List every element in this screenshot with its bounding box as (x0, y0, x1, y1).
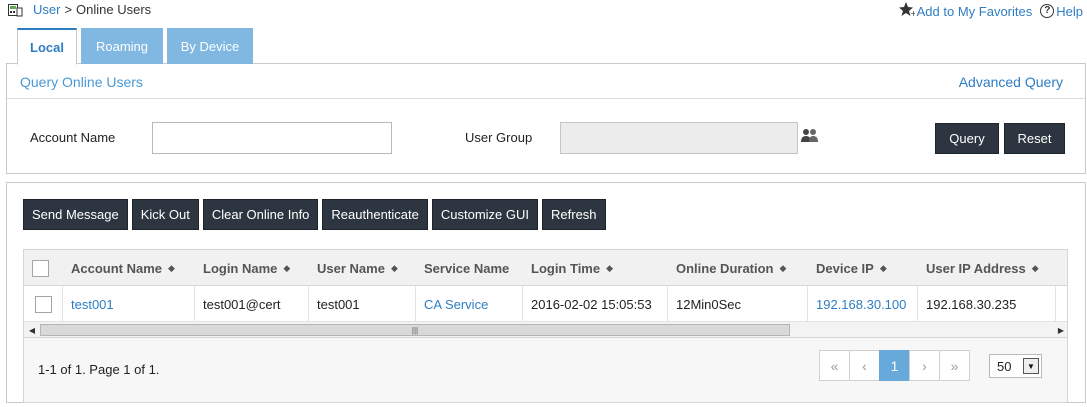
pagination-bar: 1-1 of 1. Page 1 of 1. « ‹ 1 › » 50 ▼ (24, 338, 1067, 402)
home-icon (8, 3, 23, 17)
sort-icon: ◆ (168, 262, 175, 273)
sort-icon: ◆ (779, 262, 787, 273)
dropdown-arrow-icon[interactable]: ▼ (1023, 358, 1039, 374)
page-1-button[interactable]: 1 (879, 350, 910, 381)
cell-login-name: test001@cert (195, 286, 309, 322)
sort-icon: ◆ (606, 262, 613, 273)
add-favorites-label: Add to My Favorites (916, 3, 1033, 19)
col-user-ip-address[interactable]: User IP Address ◆ (926, 250, 1066, 286)
kick-out-button[interactable]: Kick Out (131, 199, 199, 230)
tab-by-device-label: By Device (180, 38, 240, 54)
sort-icon: ◆ (390, 262, 398, 273)
clear-online-info-button[interactable]: Clear Online Info (202, 199, 319, 230)
query-button[interactable]: Query (935, 123, 999, 154)
horizontal-scrollbar[interactable]: ◀ ||| ▶ (24, 322, 1067, 338)
first-page-button[interactable]: « (819, 350, 850, 381)
next-page-button[interactable]: › (909, 350, 940, 381)
col-online-duration[interactable]: Online Duration ◆ (676, 250, 810, 286)
col-device-ip[interactable]: Device IP ◆ (816, 250, 916, 286)
col-user-name[interactable]: User Name ◆ (317, 250, 415, 286)
col-user-ip-address-label: User IP Address (926, 260, 1026, 276)
row-select-cell (24, 286, 63, 322)
select-all-cell (32, 250, 54, 286)
scroll-right-icon[interactable]: ▶ (1053, 322, 1067, 338)
scrollbar-thumb[interactable]: ||| (40, 324, 790, 336)
cell-user-name: test001 (309, 286, 416, 322)
pagination-summary: 1-1 of 1. Page 1 of 1. (38, 362, 160, 377)
query-button-label: Query (949, 131, 985, 146)
cell-online-duration: 12Min0Sec (668, 286, 808, 322)
customize-gui-button[interactable]: Customize GUI (431, 199, 539, 230)
account-name-label: Account Name (30, 130, 116, 145)
sort-icon: ◆ (283, 262, 290, 273)
account-name-input[interactable] (152, 122, 392, 154)
query-header: Query Online Users Advanced Query (7, 64, 1085, 99)
sort-icon: ◆ (1031, 262, 1039, 273)
help-label: Help (1056, 3, 1083, 19)
col-online-duration-label: Online Duration (676, 260, 774, 276)
page-size-value: 50 (997, 358, 1012, 374)
help-link[interactable]: ? Help (1040, 4, 1083, 19)
tab-by-device[interactable]: By Device (167, 28, 253, 64)
add-favorites-link[interactable]: + Add to My Favorites (898, 2, 1033, 20)
cell-service-name[interactable]: CA Service (416, 286, 523, 322)
col-account-name-label: Account Name (71, 260, 163, 276)
scroll-left-icon[interactable]: ◀ (24, 322, 40, 338)
last-page-button[interactable]: » (939, 350, 970, 381)
advanced-query-link[interactable]: Advanced Query (959, 74, 1063, 90)
row-checkbox[interactable] (34, 295, 52, 313)
sort-icon: ◆ (879, 262, 887, 273)
tab-roaming-label: Roaming (95, 38, 149, 54)
user-group-input[interactable] (560, 122, 798, 154)
breadcrumb: User > Online Users (8, 2, 151, 17)
page-size-select[interactable]: 50 ▼ (989, 354, 1042, 378)
user-group-label: User Group (465, 130, 533, 145)
cell-account-name[interactable]: test001 (63, 286, 195, 322)
tab-local[interactable]: Local (17, 28, 77, 65)
pager: « ‹ 1 › » (819, 350, 970, 381)
col-user-name-label: User Name (317, 260, 385, 276)
top-links: + Add to My Favorites ? Help (898, 2, 1083, 20)
col-device-ip-label: Device IP (816, 260, 874, 276)
reauthenticate-button[interactable]: Reauthenticate (322, 199, 428, 230)
col-login-name[interactable]: Login Name ◆ (203, 250, 309, 286)
favorite-star-icon: + (898, 2, 916, 20)
cell-login-time: 2016-02-02 15:05:53 (523, 286, 668, 322)
breadcrumb-user-link[interactable]: User (33, 2, 60, 17)
help-icon: ? (1040, 4, 1055, 18)
user-group-select-icon[interactable] (801, 128, 819, 144)
select-all-checkbox[interactable] (32, 259, 49, 277)
online-users-table: Account Name ◆ Login Name ◆ User Name ◆ Ser… (23, 249, 1068, 403)
query-title: Query Online Users (20, 74, 143, 90)
table-header: Account Name ◆ Login Name ◆ User Name ◆ Ser… (24, 250, 1067, 286)
col-account-name[interactable]: Account Name ◆ (71, 250, 195, 286)
col-login-time[interactable]: Login Time ◆ (531, 250, 667, 286)
reset-button[interactable]: Reset (1004, 123, 1065, 154)
top-bar: User > Online Users + Add to My Favorite… (0, 0, 1087, 22)
online-users-grid-panel: Send Message Kick Out Clear Online Info … (6, 182, 1086, 403)
cell-device-ip[interactable]: 192.168.30.100 (808, 286, 918, 322)
tab-bar: Local Roaming By Device (6, 28, 1086, 65)
grid-toolbar: Send Message Kick Out Clear Online Info … (23, 199, 610, 230)
cell-user-ip-address: 192.168.30.235 (918, 286, 1056, 322)
table-row[interactable]: test001 test001@cert test001 CA Service … (24, 286, 1067, 322)
breadcrumb-separator: > (64, 2, 73, 17)
svg-text:+: + (910, 9, 915, 17)
query-panel: Query Online Users Advanced Query Accoun… (6, 64, 1086, 174)
col-login-name-label: Login Name (203, 260, 278, 276)
col-login-time-label: Login Time (531, 260, 601, 276)
prev-page-button[interactable]: ‹ (849, 350, 880, 381)
tab-roaming[interactable]: Roaming (81, 28, 163, 64)
refresh-button[interactable]: Refresh (542, 199, 606, 230)
send-message-button[interactable]: Send Message (23, 199, 128, 230)
col-service-name-label: Service Name (424, 260, 510, 276)
breadcrumb-current: Online Users (76, 2, 152, 17)
col-service-name: Service Name (424, 250, 524, 286)
reset-button-label: Reset (1017, 131, 1052, 146)
tab-local-label: Local (30, 39, 64, 55)
